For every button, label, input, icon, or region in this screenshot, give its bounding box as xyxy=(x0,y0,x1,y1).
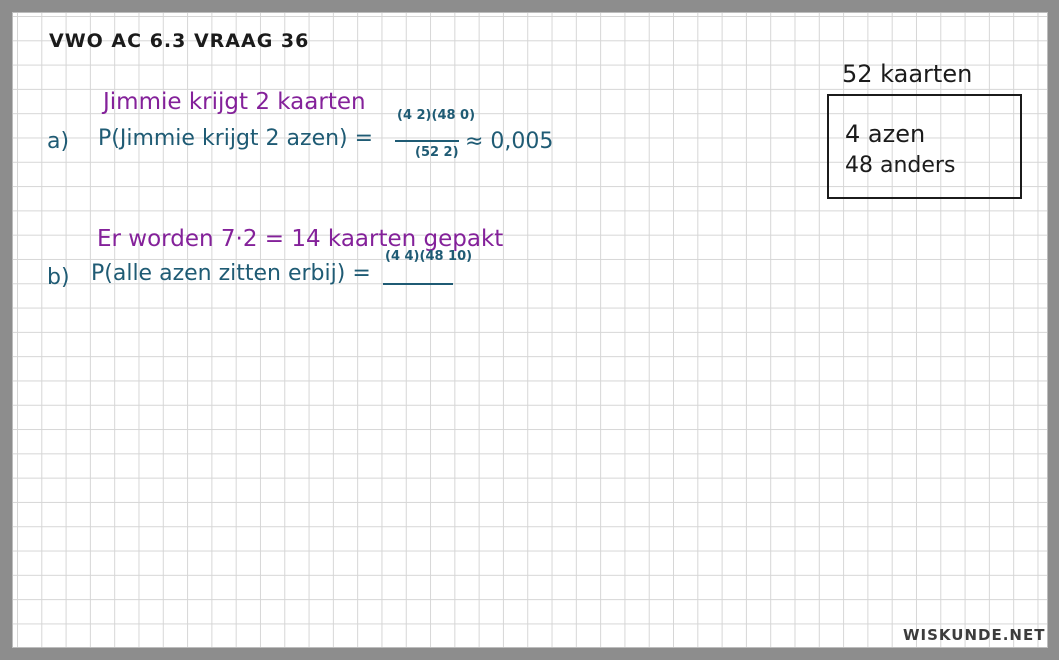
info-box-title: 52 kaarten xyxy=(842,60,973,88)
part-a-expression: P(Jimmie krijgt 2 azen) = xyxy=(98,126,374,151)
part-b-numerator: (4 4)(48 10) xyxy=(385,249,473,264)
part-b-expression: P(alle azen zitten erbij) = xyxy=(91,261,371,286)
info-box: 4 azen 48 anders xyxy=(827,94,1022,199)
info-box-aces: 4 azen xyxy=(845,120,926,148)
part-a-fraction-bar xyxy=(395,140,459,142)
part-a-result: ≈ 0,005 xyxy=(465,129,554,154)
info-box-others: 48 anders xyxy=(845,153,956,178)
exercise-title: VWO AC 6.3 VRAAG 36 xyxy=(49,30,310,52)
part-a-label: a) xyxy=(47,129,70,154)
part-b-fraction-bar xyxy=(383,283,453,285)
part-a-denominator: (52 2) xyxy=(415,145,459,160)
brand-watermark: WISKUNDE.NET xyxy=(903,626,1046,644)
part-a-numerator: (4 2)(48 0) xyxy=(397,108,476,123)
whiteboard: VWO AC 6.3 VRAAG 36 52 kaarten 4 azen 48… xyxy=(12,12,1048,648)
part-b-label: b) xyxy=(47,265,70,290)
part-a-note: Jimmie krijgt 2 kaarten xyxy=(103,89,366,115)
